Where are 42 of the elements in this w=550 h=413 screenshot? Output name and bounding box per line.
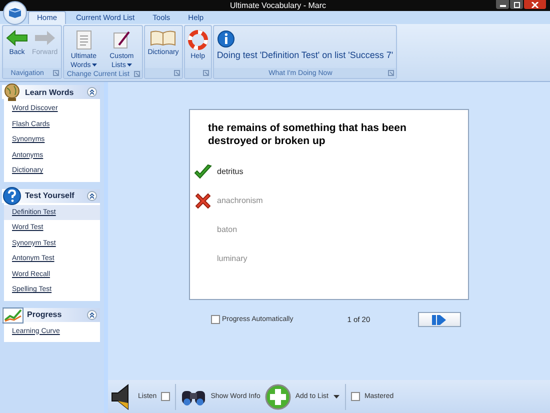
- close-icon: [531, 2, 539, 8]
- info-icon: [216, 30, 235, 48]
- minimize-button[interactable]: [496, 0, 509, 9]
- panel-title: Test Yourself: [25, 191, 76, 200]
- lifebuoy-icon: [188, 30, 208, 50]
- book-icon: [150, 30, 176, 46]
- close-button[interactable]: [524, 0, 546, 9]
- collapse-icon: [87, 87, 97, 97]
- next-arrow-icon: [432, 314, 448, 326]
- maximize-icon: [512, 2, 520, 8]
- status-text: Doing test 'Definition Test' on list 'Success 7': [216, 50, 394, 60]
- launcher-icon: [52, 70, 59, 76]
- answer-option[interactable]: luminary: [217, 254, 248, 263]
- next-button[interactable]: [418, 312, 461, 327]
- checkbox[interactable]: [351, 392, 360, 401]
- cross-icon: [195, 192, 211, 208]
- checkbox[interactable]: [211, 315, 220, 324]
- check-icon: [194, 164, 212, 180]
- dropdown-caret-icon: [333, 394, 340, 399]
- launcher-icon: [174, 70, 180, 76]
- right-arrow-icon: [34, 30, 56, 46]
- maximize-button[interactable]: [510, 0, 523, 9]
- app-menu-button[interactable]: [3, 1, 27, 25]
- document-icon: [76, 30, 92, 50]
- pen-paper-icon: [112, 30, 131, 50]
- answer-option[interactable]: baton: [217, 225, 238, 234]
- question-prompt: the remains of something that has been destroyed or broken up: [207, 122, 408, 148]
- checkbox[interactable]: [160, 392, 170, 401]
- collapse-icon: [87, 310, 97, 320]
- panel-title: Progress: [27, 310, 63, 319]
- launcher-icon: [202, 70, 209, 76]
- window-title: Ultimate Vocabulary - Marc: [228, 1, 328, 10]
- launcher-icon: [388, 70, 394, 76]
- answer-option[interactable]: anachronism: [217, 196, 263, 205]
- left-arrow-icon: [6, 30, 28, 46]
- launcher-icon: [134, 71, 140, 77]
- collapse-icon: [87, 190, 97, 200]
- globe-icon: [2, 82, 22, 102]
- panel-title: Learn Words: [25, 88, 75, 96]
- answer-option[interactable]: detritus: [217, 167, 244, 176]
- plus-icon: [265, 384, 292, 410]
- cube-icon: [8, 7, 22, 19]
